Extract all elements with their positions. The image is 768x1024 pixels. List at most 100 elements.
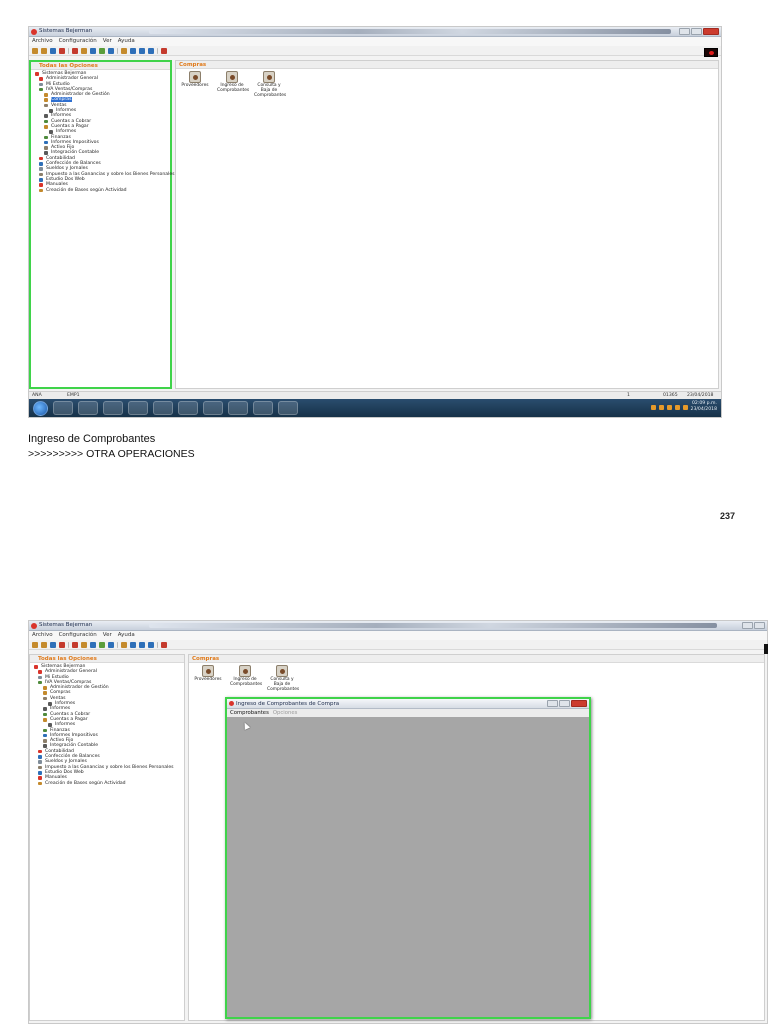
window-titlebar: Sistemas Bejerman: [29, 621, 767, 631]
minimize-button[interactable]: [679, 28, 690, 35]
menu-configuracion[interactable]: Configuración: [59, 37, 97, 46]
voucher-entry-icon: [226, 71, 238, 83]
excel-taskbar-icon[interactable]: [178, 401, 198, 415]
grid-tool-icon[interactable]: [90, 642, 96, 648]
delete-tool-icon[interactable]: [72, 642, 78, 648]
dialog-close-button[interactable]: [571, 700, 587, 707]
word-taskbar-icon[interactable]: [228, 401, 248, 415]
dialog-minimize-button[interactable]: [547, 700, 558, 707]
voucher-query-button[interactable]: Consulta y Baja de Comprobantes: [254, 71, 286, 98]
edit-tool-icon[interactable]: [99, 48, 105, 54]
suppliers-icon: [189, 71, 201, 83]
menu-bar: Archivo Configuración Ver Ayuda: [29, 37, 721, 46]
open-tool-icon[interactable]: [50, 48, 56, 54]
chart-tool-icon[interactable]: [108, 642, 114, 648]
voucher-entry-dialog: Ingreso de Comprobantes de Compra Compro…: [225, 697, 591, 1019]
maximize-button[interactable]: [691, 28, 702, 35]
start-button-icon[interactable]: [33, 400, 48, 416]
menu-comprobantes[interactable]: Comprobantes: [230, 709, 269, 717]
home-tool-icon[interactable]: [32, 48, 38, 54]
app-taskbar-icon[interactable]: [253, 401, 273, 415]
close-button[interactable]: [703, 28, 719, 35]
help-tool-icon[interactable]: [161, 48, 167, 54]
suppliers-button[interactable]: Proveedores: [193, 665, 223, 692]
tray-icon[interactable]: [658, 404, 664, 410]
maximize-button[interactable]: [754, 622, 765, 629]
toolbar-separator: [157, 48, 158, 54]
window-titlebar: Sistemas Bejerman: [29, 27, 721, 37]
ie-taskbar-icon[interactable]: [78, 401, 98, 415]
menu-ayuda[interactable]: Ayuda: [118, 631, 135, 640]
voucher-query-button[interactable]: Consulta y Baja de Comprobantes: [267, 665, 299, 692]
folder-tool-icon[interactable]: [41, 642, 47, 648]
screenshot-dialog-window: Sistemas Bejerman Archivo Configuración …: [28, 620, 768, 1024]
folder-tool-icon[interactable]: [41, 48, 47, 54]
voucher-query-icon: [276, 665, 288, 677]
network-tool-icon[interactable]: [130, 48, 136, 54]
table-tool-icon[interactable]: [139, 642, 145, 648]
delete-tool-icon[interactable]: [72, 48, 78, 54]
windows-taskbar: 02:09 p.m. 23/04/2018: [29, 399, 721, 417]
app-icon: [31, 29, 37, 35]
compras-panel: Compras Proveedores Ingreso de Comproban…: [175, 60, 719, 389]
clock-date: 23/04/2018: [690, 407, 717, 412]
minimize-button[interactable]: [742, 622, 753, 629]
section-subtitle: >>>>>>>>> OTRA OPERACIONES: [28, 448, 195, 460]
voucher-entry-button[interactable]: Ingreso de Comprobantes: [217, 71, 249, 98]
search-tool-icon[interactable]: [59, 642, 65, 648]
window-taskbar-icon[interactable]: [278, 401, 298, 415]
suppliers-button[interactable]: Proveedores: [180, 71, 210, 98]
all-options-panel: Todas las Opciones Sistemas Bejerman Adm…: [29, 654, 185, 1021]
help-tool-icon[interactable]: [161, 642, 167, 648]
menu-archivo[interactable]: Archivo: [32, 37, 53, 46]
menu-configuracion[interactable]: Configuración: [59, 631, 97, 640]
menu-bar: Archivo Configuración Ver Ayuda: [29, 631, 767, 640]
tools-tool-icon[interactable]: [121, 48, 127, 54]
folder2-tool-icon[interactable]: [81, 642, 87, 648]
network-tool-icon[interactable]: [130, 642, 136, 648]
tray-icon[interactable]: [666, 404, 672, 410]
voucher-entry-button[interactable]: Ingreso de Comprobantes: [230, 665, 262, 692]
toolbar-separator: [68, 48, 69, 54]
list-tool-icon[interactable]: [148, 642, 154, 648]
voucher-query-icon: [263, 71, 275, 83]
search-tool-icon[interactable]: [59, 48, 65, 54]
dialog-maximize-button[interactable]: [559, 700, 570, 707]
grid-tool-icon[interactable]: [90, 48, 96, 54]
folder-taskbar-icon[interactable]: [203, 401, 223, 415]
tree-item[interactable]: Creación de Bases según Actividad: [36, 781, 182, 786]
chrome-taskbar-icon[interactable]: [53, 401, 73, 415]
chart-tool-icon[interactable]: [108, 48, 114, 54]
toolbar-separator: [68, 642, 69, 648]
right-panel-header: Compras: [176, 61, 718, 69]
tray-icon[interactable]: [674, 404, 680, 410]
menu-ver[interactable]: Ver: [103, 631, 112, 640]
toolbar: [29, 46, 721, 56]
titlebar-decoration: [149, 623, 717, 628]
tray-icon[interactable]: [682, 404, 688, 410]
menu-ver[interactable]: Ver: [103, 37, 112, 46]
tools-tool-icon[interactable]: [121, 642, 127, 648]
titlebar-decoration: [149, 29, 671, 34]
tree-item[interactable]: Creación de Bases según Actividad: [37, 188, 168, 193]
open-tool-icon[interactable]: [50, 642, 56, 648]
window-title: Sistemas Bejerman: [39, 28, 93, 34]
menu-archivo[interactable]: Archivo: [32, 631, 53, 640]
list-tool-icon[interactable]: [148, 48, 154, 54]
clock[interactable]: 02:09 p.m. 23/04/2018: [691, 401, 717, 413]
toolbar-separator: [117, 48, 118, 54]
home-tool-icon[interactable]: [32, 642, 38, 648]
table-tool-icon[interactable]: [139, 48, 145, 54]
status-page: 1: [627, 393, 630, 398]
folder2-tool-icon[interactable]: [81, 48, 87, 54]
edit-tool-icon[interactable]: [99, 642, 105, 648]
network-taskbar-icon[interactable]: [153, 401, 173, 415]
explorer-taskbar-icon[interactable]: [103, 401, 123, 415]
suppliers-icon: [202, 665, 214, 677]
monitor-taskbar-icon[interactable]: [128, 401, 148, 415]
section-title: Ingreso de Comprobantes: [28, 433, 156, 445]
menu-ayuda[interactable]: Ayuda: [118, 37, 135, 46]
window-controls: [679, 28, 719, 35]
tray-icon[interactable]: [650, 404, 656, 410]
edge-marker: [764, 644, 768, 654]
